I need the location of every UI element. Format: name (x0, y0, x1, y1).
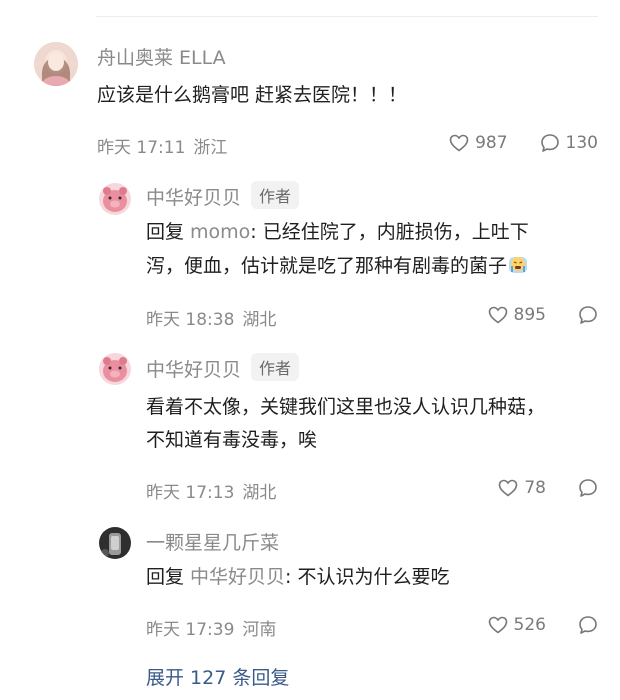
comment-time: 昨天 17:11 (97, 138, 186, 158)
reply-text-line: 不知道有毒没毒，唉 (146, 429, 318, 451)
like-button[interactable]: 526 (488, 615, 546, 635)
avatar[interactable] (34, 42, 78, 86)
reply-actions: 895 (488, 305, 598, 325)
comment-bubble-icon (579, 306, 597, 324)
reply-location: 湖北 (242, 310, 277, 330)
avatar[interactable] (99, 353, 131, 385)
author-badge: 作者 (251, 353, 300, 381)
reply-text-line: 回复 momo: 已经住院了，内脏损伤，上吐下 (146, 215, 529, 249)
pig-avatar-image (99, 183, 131, 215)
reply-meta: 昨天 17:39 河南 (146, 615, 276, 640)
dark-avatar-image (99, 527, 131, 559)
comment-bubble-icon (540, 134, 559, 152)
reply-author-name[interactable]: 中华好贝贝 作者 (146, 181, 300, 210)
reply-actions: 78 (498, 478, 598, 498)
author-badge: 作者 (251, 181, 300, 209)
pig-avatar-image (99, 353, 131, 385)
like-count: 895 (513, 305, 546, 325)
reply-time: 昨天 18:38 (146, 310, 235, 330)
reply-author-label: 中华好贝贝 (146, 359, 242, 381)
top-divider (96, 16, 598, 17)
comment-location: 浙江 (193, 138, 228, 158)
reply-author-name[interactable]: 中华好贝贝 作者 (146, 353, 300, 382)
reply-count: 130 (565, 133, 598, 153)
like-button[interactable]: 78 (498, 478, 546, 498)
heart-icon (488, 306, 507, 324)
reply-time: 昨天 17:13 (146, 483, 235, 503)
reply-button[interactable]: 130 (540, 133, 598, 153)
comment-bubble-icon (579, 616, 597, 634)
like-button[interactable]: 895 (488, 305, 546, 325)
comment-bubble-icon (579, 479, 597, 497)
reply-mention[interactable]: momo (190, 221, 250, 243)
comment-author-name[interactable]: 舟山奥莱 ELLA (97, 43, 226, 70)
reply-location: 湖北 (242, 483, 277, 503)
comment-meta: 昨天 17:11 浙江 (97, 133, 227, 158)
like-button[interactable]: 987 (449, 133, 508, 153)
avatar[interactable] (99, 527, 131, 559)
reply-mention[interactable]: 中华好贝贝 (190, 566, 285, 588)
reply-text: 泻，便血，估计就是吃了那种有剧毒的菌子 (146, 255, 508, 277)
crying-face-icon (509, 257, 528, 273)
heart-icon (499, 479, 518, 497)
reply-text-line: 回复 中华好贝贝: 不认识为什么要吃 (146, 560, 449, 594)
reply-text-line: 泻，便血，估计就是吃了那种有剧毒的菌子 (146, 249, 529, 283)
reply-button[interactable] (578, 478, 598, 498)
like-count: 78 (524, 478, 546, 498)
reply-meta: 昨天 17:13 湖北 (146, 478, 276, 503)
reply-author-label: 中华好贝贝 (146, 187, 242, 209)
reply-button[interactable] (578, 615, 598, 635)
reply-actions: 526 (488, 615, 598, 635)
avatar[interactable] (99, 183, 131, 215)
expand-replies-link[interactable]: 展开 127 条回复 (146, 663, 289, 690)
reply-prefix: 回复 (146, 566, 185, 588)
like-count: 987 (475, 133, 508, 153)
reply-author-name[interactable]: 一颗星星几斤菜 (146, 528, 279, 555)
reply-text-line: 看着不太像，关键我们这里也没人认识几种菇， (146, 396, 546, 418)
heart-icon (488, 616, 507, 634)
reply-text: : 已经住院了，内脏损伤，上吐下 (250, 221, 529, 243)
reply-button[interactable] (578, 305, 598, 325)
reply-meta: 昨天 18:38 湖北 (146, 305, 276, 330)
reply-text: : 不认识为什么要吃 (285, 566, 450, 588)
reply-prefix: 回复 (146, 221, 185, 243)
like-count: 526 (513, 615, 546, 635)
comment-actions: 987 130 (449, 133, 598, 153)
reply-location: 河南 (242, 620, 277, 640)
heart-icon (449, 134, 469, 152)
comment-text: 应该是什么鹅膏吧 赶紧去医院！！！ (97, 84, 408, 106)
user-avatar-image (34, 42, 78, 86)
reply-time: 昨天 17:39 (146, 620, 235, 640)
